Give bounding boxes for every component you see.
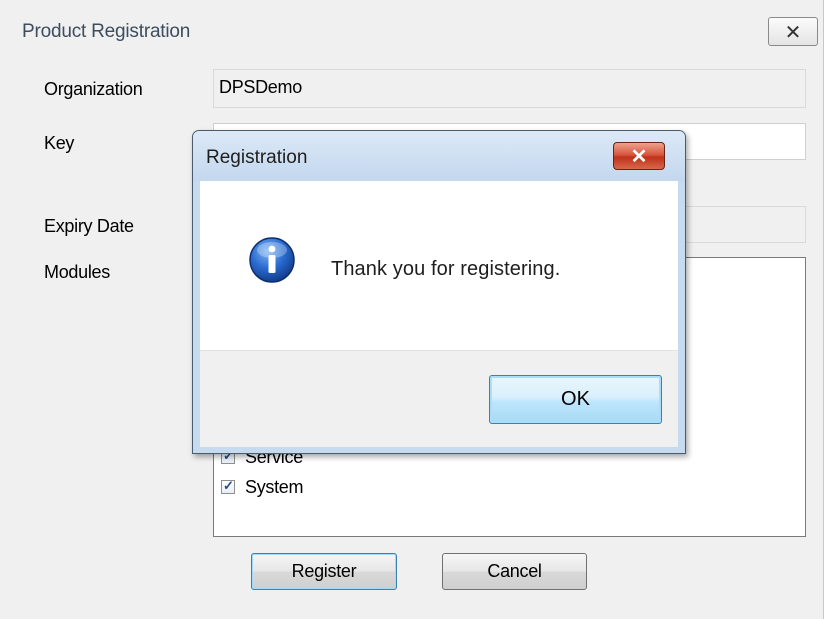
- modules-label: Modules: [44, 262, 110, 282]
- organization-label: Organization: [44, 79, 143, 99]
- ok-button[interactable]: OK: [489, 375, 662, 424]
- registration-dialog: Registration ✕ Thank you for registering…: [192, 130, 686, 454]
- system-checkbox[interactable]: [221, 478, 235, 494]
- dialog-title: Registration: [206, 147, 308, 168]
- organization-field: DPSDemo: [213, 69, 806, 108]
- dialog-titlebar: Registration ✕: [193, 131, 685, 181]
- expiry-date-label: Expiry Date: [44, 216, 134, 236]
- window-title: Product Registration: [22, 21, 191, 42]
- close-icon: ✕: [784, 22, 802, 44]
- organization-value: DPSDemo: [219, 77, 302, 97]
- dialog-body: Thank you for registering. OK: [200, 181, 678, 447]
- system-label: System: [245, 477, 304, 497]
- close-icon: ✕: [630, 146, 648, 168]
- dialog-close-button[interactable]: ✕: [613, 142, 665, 170]
- cancel-button[interactable]: Cancel: [442, 553, 587, 590]
- window-close-button[interactable]: ✕: [768, 17, 818, 46]
- key-label: Key: [44, 133, 75, 153]
- info-icon: [249, 237, 295, 283]
- dialog-message: Thank you for registering.: [331, 258, 561, 280]
- register-button[interactable]: Register: [251, 553, 397, 590]
